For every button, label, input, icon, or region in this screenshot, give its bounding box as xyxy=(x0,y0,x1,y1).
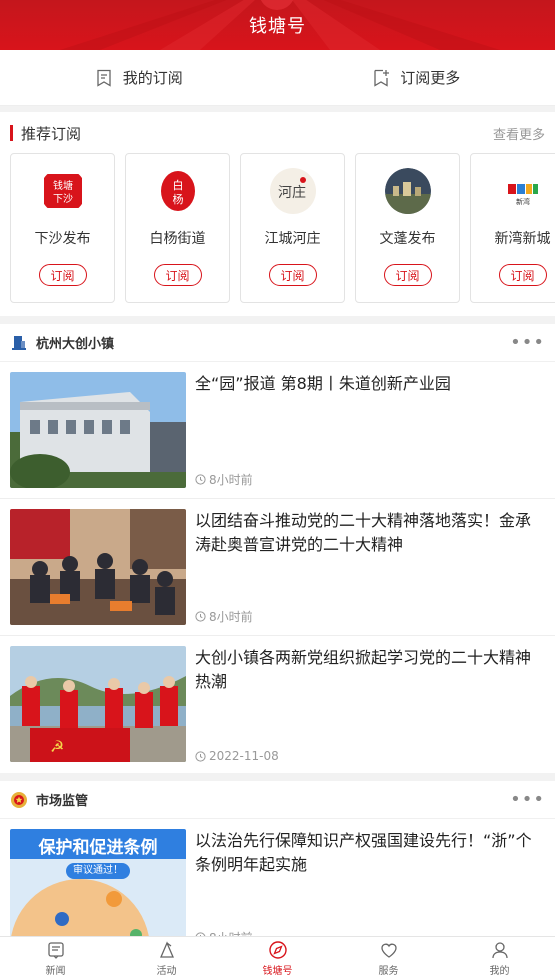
tab-news[interactable]: 新闻 xyxy=(0,937,111,980)
tab-label: 服务 xyxy=(378,966,399,977)
subscribe-button[interactable]: 订阅 xyxy=(268,264,317,286)
news-icon xyxy=(47,942,64,959)
tab-label: 钱塘号 xyxy=(262,966,293,977)
more-options-icon[interactable]: ••• xyxy=(510,332,545,353)
svg-text:杨: 杨 xyxy=(172,192,183,206)
channel-section: 市场监管 ••• 保护和促进条例 审议通过！ 以法治先行保障知识产权强国建设先行… xyxy=(0,781,555,956)
tab-mine[interactable]: 我的 xyxy=(444,937,555,980)
news-title: 全“园”报道 第8期丨朱道创新产业园 xyxy=(195,374,451,393)
news-item[interactable]: 全“园”报道 第8期丨朱道创新产业园 8小时前 xyxy=(0,362,555,499)
news-title: 以法治先行保障知识产权强国建设先行！“浙”个条例明年起实施 xyxy=(195,831,532,874)
tab-label: 新闻 xyxy=(45,966,66,977)
tab-my-subscriptions[interactable]: 我的订阅 xyxy=(0,67,278,88)
news-thumbnail: ☭ xyxy=(10,646,186,762)
rec-name: 新湾新城 xyxy=(494,231,551,247)
news-thumbnail xyxy=(10,372,186,488)
rec-name: 下沙发布 xyxy=(34,231,91,247)
rec-name: 江城河庄 xyxy=(264,231,321,247)
page-title: 钱塘号 xyxy=(249,16,306,37)
app-header: 钱塘号 xyxy=(0,0,555,50)
bookmark-add-icon xyxy=(374,69,390,87)
news-item[interactable]: 以团结奋斗推动党的二十大精神落地落实！金承涛赴奥普宣讲党的二十大精神 8小时前 xyxy=(0,499,555,636)
tab-label: 我的 xyxy=(489,966,510,977)
compass-icon xyxy=(268,941,287,959)
subscription-tabs: 我的订阅 订阅更多 xyxy=(0,50,555,106)
baiyang-logo: 白杨 xyxy=(155,168,201,214)
rec-card-baiyang[interactable]: 白杨 白杨街道 订阅 xyxy=(125,153,230,303)
building-icon xyxy=(12,335,26,350)
svg-text:白: 白 xyxy=(172,178,183,192)
user-icon xyxy=(491,942,508,959)
channel-header[interactable]: 杭州大创小镇 ••• xyxy=(0,324,555,362)
tab-label: 活动 xyxy=(156,966,177,977)
rec-card-hezhuang[interactable]: 河庄 江城河庄 订阅 xyxy=(240,153,345,303)
subscribe-button[interactable]: 订阅 xyxy=(383,264,432,286)
svg-text:钱塘: 钱塘 xyxy=(53,179,73,192)
news-time-text: 8小时前 xyxy=(209,473,253,487)
news-title: 大创小镇各两新党组织掀起学习党的二十大精神热潮 xyxy=(195,648,532,691)
channel-name: 杭州大创小镇 xyxy=(36,337,115,352)
bottom-tab-bar: 新闻 活动 钱塘号 服务 我的 xyxy=(0,936,555,980)
channel-name: 市场监管 xyxy=(36,794,89,809)
more-options-icon[interactable]: ••• xyxy=(510,789,545,810)
channel-header[interactable]: 市场监管 ••• xyxy=(0,781,555,819)
news-thumbnail xyxy=(10,509,186,625)
section-title: 推荐订阅 xyxy=(10,123,81,144)
subscribe-button[interactable]: 订阅 xyxy=(153,264,202,286)
rec-name: 白杨街道 xyxy=(149,231,206,247)
heart-icon xyxy=(380,943,397,958)
hezhuang-logo: 河庄 xyxy=(269,168,316,214)
subscribe-button[interactable]: 订阅 xyxy=(498,264,547,286)
xinwan-logo: 新湾 xyxy=(500,168,546,214)
svg-text:新湾: 新湾 xyxy=(516,197,530,206)
news-time-text: 2022-11-08 xyxy=(209,749,279,763)
bookmark-icon xyxy=(97,69,111,87)
channel-section: 杭州大创小镇 ••• 全“园”报道 第8期丨朱道创新产业园 8小时前 以团结奋斗… xyxy=(0,324,555,773)
thumbnail-heading: 保护和促进条例 xyxy=(38,838,158,858)
clock-icon xyxy=(195,750,206,762)
tab-my-subscriptions-label: 我的订阅 xyxy=(122,69,183,87)
activity-icon xyxy=(159,941,174,958)
news-thumbnail: 保护和促进条例 审议通过！ xyxy=(10,829,186,945)
tab-subscribe-more-label: 订阅更多 xyxy=(400,69,461,87)
rec-card-xiasha[interactable]: 钱塘 下沙 下沙发布 订阅 xyxy=(10,153,115,303)
tab-service[interactable]: 服务 xyxy=(333,937,444,980)
news-item[interactable]: ☭ 大创小镇各两新党组织掀起学习党的二十大精神热潮 2022-11-08 xyxy=(0,636,555,773)
clock-icon xyxy=(195,611,206,622)
svg-text:下沙: 下沙 xyxy=(53,193,73,205)
recommended-subscriptions: 推荐订阅 查看更多 钱塘 下沙 下沙发布 订阅 白杨 白杨街道 订阅 河庄 江城河… xyxy=(0,112,555,316)
rec-card-xinwan[interactable]: 新湾 新湾新城 订阅 xyxy=(470,153,555,303)
view-more-link[interactable]: 查看更多 xyxy=(493,124,545,143)
news-timestamp: 8小时前 xyxy=(195,471,545,488)
svg-text:河庄: 河庄 xyxy=(278,184,306,201)
tab-activity[interactable]: 活动 xyxy=(111,937,222,980)
tab-qiantanghao[interactable]: 钱塘号 xyxy=(222,937,333,980)
svg-text:☭: ☭ xyxy=(50,737,64,756)
xiasha-logo: 钱塘 下沙 xyxy=(40,168,86,214)
emblem-icon xyxy=(11,791,27,808)
rec-card-wenpeng[interactable]: 文蓬发布 订阅 xyxy=(355,153,460,303)
subscribe-button[interactable]: 订阅 xyxy=(38,264,87,286)
clock-icon xyxy=(195,474,206,485)
news-timestamp: 2022-11-08 xyxy=(195,749,545,763)
wenpeng-logo xyxy=(384,168,431,214)
news-timestamp: 8小时前 xyxy=(195,608,545,625)
thumbnail-badge: 审议通过！ xyxy=(66,863,130,879)
rec-name: 文蓬发布 xyxy=(379,231,436,247)
tab-subscribe-more[interactable]: 订阅更多 xyxy=(278,67,555,88)
news-time-text: 8小时前 xyxy=(209,610,253,624)
news-title: 以团结奋斗推动党的二十大精神落地落实！金承涛赴奥普宣讲党的二十大精神 xyxy=(195,511,532,554)
